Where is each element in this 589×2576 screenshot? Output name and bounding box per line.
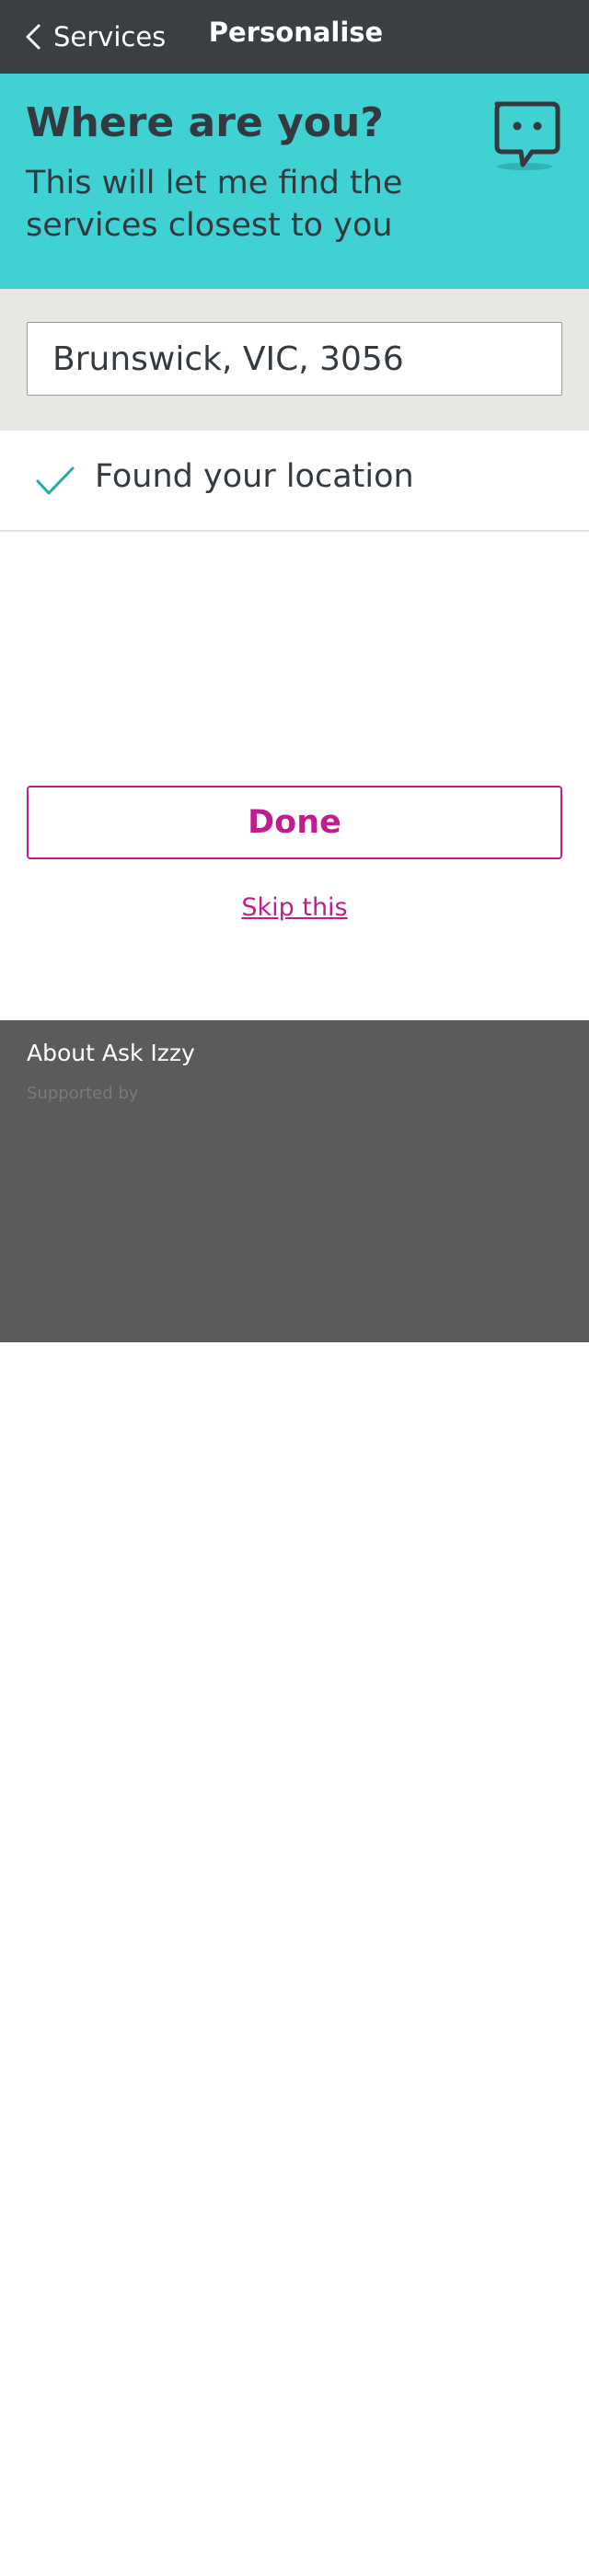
- chat-bubble-face-icon: [494, 101, 560, 170]
- about-link[interactable]: About Ask Izzy: [27, 1040, 195, 1066]
- supported-by-label: Supported by: [27, 1084, 139, 1103]
- question-banner: Where are you? This will let me find the…: [0, 74, 589, 289]
- question-subtext: This will let me find the services close…: [26, 165, 403, 244]
- done-button[interactable]: Done: [27, 786, 562, 859]
- location-input-section: [0, 289, 589, 431]
- page-title: Personalise: [208, 17, 384, 48]
- question-heading: Where are you?: [26, 99, 384, 146]
- app-header: Services Personalise: [0, 0, 589, 74]
- location-input[interactable]: [27, 322, 562, 396]
- location-status-row: Found your location: [0, 431, 589, 532]
- footer: About Ask Izzy Supported by: [0, 1020, 589, 1342]
- skip-link[interactable]: Skip this: [0, 893, 589, 922]
- checkmark-icon: [36, 466, 75, 495]
- location-status-text: Found your location: [95, 458, 414, 495]
